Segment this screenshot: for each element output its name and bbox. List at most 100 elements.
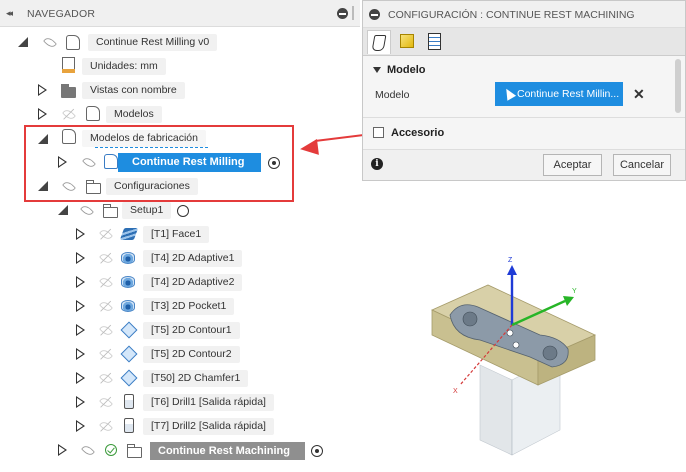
named-views-label[interactable]: Vistas con nombre [82, 82, 185, 99]
visibility-eye-icon[interactable] [80, 203, 94, 218]
annotation-arrow-head [299, 138, 319, 158]
browser-title: NAVEGADOR [27, 8, 96, 20]
panel-grip-icon[interactable] [352, 6, 354, 20]
browser-header: ◂◂ NAVEGADOR [0, 0, 360, 27]
operation-item[interactable]: [T4] 2D Adaptive1 [143, 250, 243, 267]
active-target-icon[interactable] [311, 445, 323, 457]
tab-stock[interactable] [395, 30, 419, 54]
section-divider [363, 117, 685, 118]
expand-root-icon[interactable] [18, 37, 28, 47]
browser-panel: ◂◂ NAVEGADOR Continue Rest Milling v0 Un… [0, 0, 360, 472]
visibility-eye-icon[interactable] [43, 35, 57, 50]
dialog-scrollbar[interactable] [675, 59, 681, 113]
z-axis-label: Z [508, 257, 513, 264]
visibility-eye-icon[interactable] [81, 443, 95, 458]
tab-post-process[interactable] [423, 30, 447, 54]
last-setup-item[interactable]: Continue Rest Machining [150, 442, 305, 460]
expand-models-icon[interactable] [38, 108, 47, 120]
part-hole [542, 345, 558, 361]
part-hole [506, 329, 514, 337]
models-icon [86, 106, 100, 121]
visibility-hidden-icon[interactable] [99, 371, 113, 386]
y-axis-label: Y [572, 288, 577, 295]
model-section-title: Modelo [387, 64, 426, 76]
accept-button[interactable]: Aceptar [543, 154, 602, 176]
expand-operation-icon[interactable] [76, 420, 85, 432]
post-process-icon [428, 33, 441, 50]
operation-item[interactable]: [T4] 2D Adaptive2 [143, 274, 243, 291]
setup1-label[interactable]: Setup1 [122, 202, 172, 219]
tree-root-label[interactable]: Continue Rest Milling v0 [88, 34, 218, 51]
expand-last-setup-icon[interactable] [58, 444, 67, 456]
select-cursor-icon [501, 86, 517, 101]
setup-status-ring-icon [177, 205, 189, 217]
expand-operation-icon[interactable] [76, 276, 85, 288]
accessory-section-title: Accesorio [391, 127, 445, 139]
visibility-hidden-icon[interactable] [99, 299, 113, 314]
collapse-section-icon [373, 67, 381, 73]
accessory-checkbox[interactable] [373, 127, 384, 138]
expand-operation-icon[interactable] [76, 228, 85, 240]
visibility-hidden-icon[interactable] [99, 395, 113, 410]
models-label[interactable]: Modelos [106, 106, 162, 123]
setup-folder-icon [127, 444, 142, 458]
expand-operation-icon[interactable] [76, 324, 85, 336]
collapse-panel-icon[interactable]: ◂◂ [6, 8, 13, 19]
operation-item[interactable]: [T1] Face1 [143, 226, 210, 243]
model-viewport[interactable]: Z Y X [420, 245, 620, 465]
expand-operation-icon[interactable] [76, 396, 85, 408]
drill-operation-icon [124, 418, 134, 433]
plane-shape [479, 364, 513, 456]
visibility-hidden-icon[interactable] [99, 323, 113, 338]
expand-setup1-icon[interactable] [58, 205, 68, 215]
expand-operation-icon[interactable] [76, 300, 85, 312]
annotation-highlight-box [24, 125, 294, 202]
units-label[interactable]: Unidades: mm [82, 58, 166, 75]
x-axis-label: X [453, 388, 458, 395]
dialog-footer: i Aceptar Cancelar [363, 149, 685, 180]
face-operation-icon [119, 228, 139, 240]
visibility-hidden-icon[interactable] [99, 347, 113, 362]
expand-operation-icon[interactable] [76, 348, 85, 360]
clear-selection-icon[interactable]: ✕ [633, 86, 645, 103]
status-check-icon [105, 444, 117, 456]
folder-icon [61, 84, 76, 98]
component-icon [66, 35, 80, 50]
cancel-button[interactable]: Cancelar [613, 154, 671, 176]
adaptive-operation-icon [121, 276, 135, 288]
operation-item[interactable]: [T5] 2D Contour2 [143, 346, 240, 363]
operation-item[interactable]: [T3] 2D Pocket1 [143, 298, 235, 315]
visibility-hidden-icon[interactable] [62, 107, 76, 122]
contour-operation-icon [120, 345, 138, 363]
operation-item[interactable]: [T5] 2D Contour1 [143, 322, 240, 339]
visibility-hidden-icon[interactable] [99, 275, 113, 290]
expand-named-views-icon[interactable] [38, 84, 47, 96]
z-axis-arrow [507, 265, 517, 275]
operation-item[interactable]: [T50] 2D Chamfer1 [143, 370, 249, 387]
contour-operation-icon [120, 321, 138, 339]
setup-dialog: CONFIGURACIÓN : CONTINUE REST MACHINING … [362, 0, 686, 181]
visibility-hidden-icon[interactable] [99, 419, 113, 434]
part-hole [512, 341, 520, 349]
model-field-label: Modelo [375, 89, 410, 101]
drill-operation-icon [124, 394, 134, 409]
collapse-dialog-icon[interactable] [369, 9, 380, 20]
operation-item[interactable]: [T7] Drill2 [Salida rápida] [143, 418, 274, 435]
expand-operation-icon[interactable] [76, 372, 85, 384]
model-select-value: Continue Rest Millin... [517, 88, 620, 100]
adaptive-operation-icon [121, 252, 135, 264]
minimize-panel-icon[interactable] [337, 8, 348, 19]
model-select-button[interactable]: Continue Rest Millin... [495, 82, 623, 106]
document-settings-icon [62, 57, 75, 73]
part-hole [462, 311, 478, 327]
dialog-tabs [363, 28, 685, 56]
tab-setup[interactable] [367, 30, 391, 54]
visibility-hidden-icon[interactable] [99, 251, 113, 266]
visibility-hidden-icon[interactable] [99, 227, 113, 242]
operation-item[interactable]: [T6] Drill1 [Salida rápida] [143, 394, 274, 411]
dialog-title-bar[interactable]: CONFIGURACIÓN : CONTINUE REST MACHINING [363, 1, 685, 28]
info-icon[interactable]: i [371, 158, 383, 170]
dialog-title: CONFIGURACIÓN : CONTINUE REST MACHINING [388, 9, 635, 21]
pocket-operation-icon [121, 300, 135, 312]
expand-operation-icon[interactable] [76, 252, 85, 264]
